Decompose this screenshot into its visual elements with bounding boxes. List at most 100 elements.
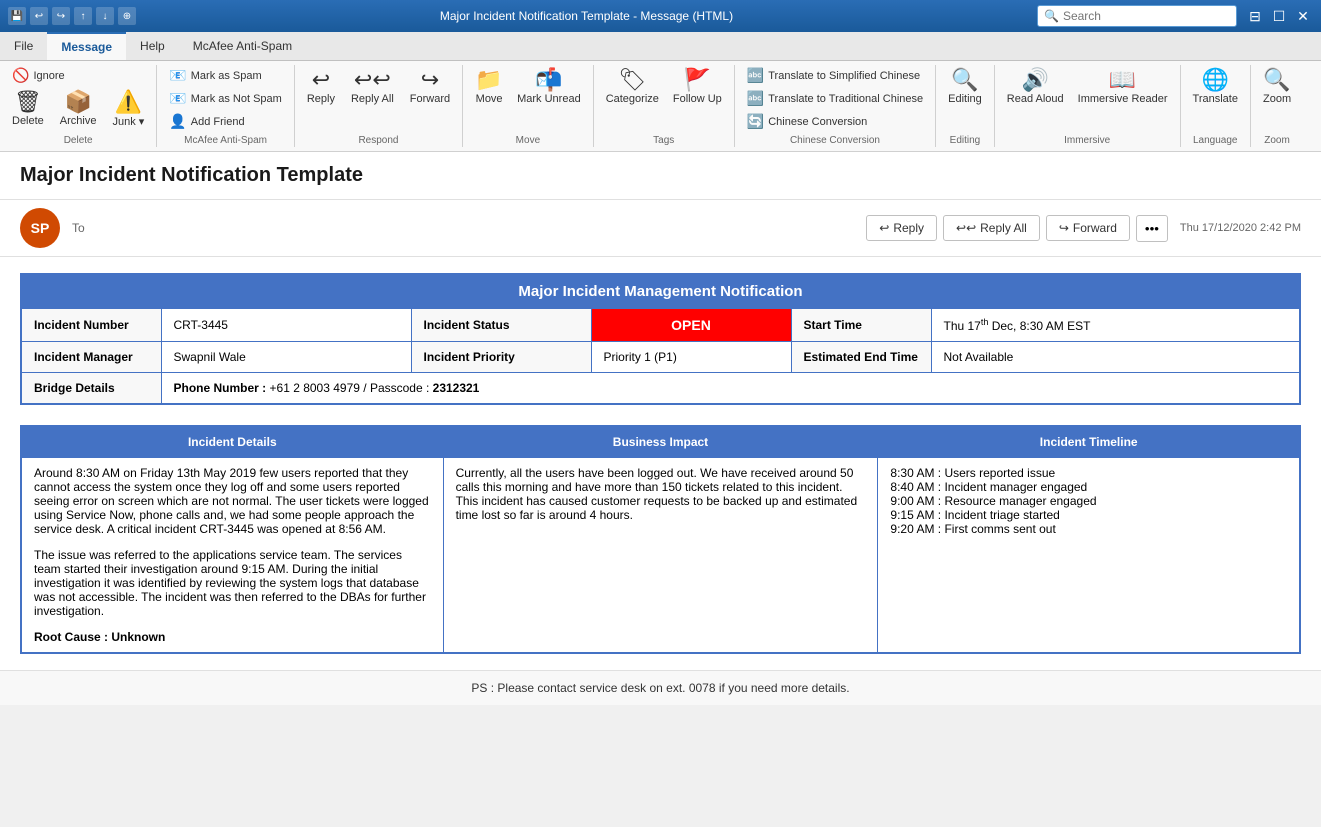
- ribbon-delete-stacked: 🚫Ignore 🗑Delete 📦Archive ⚠️Junk ▾: [6, 65, 150, 132]
- mcafee-group-label: McAfee Anti-Spam: [184, 132, 267, 147]
- more-actions-btn[interactable]: •••: [1136, 215, 1168, 242]
- search-box[interactable]: 🔍: [1037, 5, 1237, 27]
- minimize-btn[interactable]: ⊟: [1245, 6, 1265, 26]
- read-aloud-button[interactable]: 🔊Read Aloud: [1001, 65, 1070, 109]
- col-timeline-content: 8:30 AM : Users reported issue 8:40 AM :…: [878, 458, 1300, 654]
- ribbon-group-immersive: 🔊Read Aloud 📖Immersive Reader Immersive: [995, 65, 1181, 147]
- translate-traditional-icon: 🔤: [747, 90, 764, 107]
- chinese-conversion-icon: 🔄: [747, 113, 764, 130]
- move-icon: 📁: [475, 69, 502, 91]
- tab-mcafee[interactable]: McAfee Anti-Spam: [179, 32, 306, 60]
- tab-file[interactable]: File: [0, 32, 47, 60]
- not-spam-icon: 📧: [169, 90, 186, 107]
- ribbon-group-zoom: 🔍Zoom Zoom: [1251, 65, 1303, 147]
- close-btn[interactable]: ✕: [1293, 6, 1313, 26]
- reply-action-btn[interactable]: ↩ Reply: [866, 215, 937, 241]
- mark-as-spam-button[interactable]: 📧Mark as Spam: [163, 65, 267, 86]
- restore-btn[interactable]: ☐: [1269, 6, 1289, 26]
- ribbon-group-chinese: 🔤Translate to Simplified Chinese 🔤Transl…: [735, 65, 936, 147]
- immersive-reader-icon: 📖: [1109, 69, 1136, 91]
- col-impact-content: Currently, all the users have been logge…: [443, 458, 878, 654]
- archive-button[interactable]: 📦Archive: [54, 87, 103, 132]
- incident-priority-value: Priority 1 (P1): [591, 342, 791, 373]
- mcafee-buttons: 📧Mark as Spam 📧Mark as Not Spam 👤Add Fri…: [163, 65, 288, 132]
- incident-status-label: Incident Status: [411, 309, 591, 342]
- archive-icon: 📦: [64, 91, 91, 113]
- timeline-line-2: 8:40 AM : Incident manager engaged: [890, 480, 1287, 494]
- translate-button[interactable]: 🌐Translate: [1187, 65, 1244, 109]
- zoom-button[interactable]: 🔍Zoom: [1257, 65, 1297, 109]
- immersive-buttons: 🔊Read Aloud 📖Immersive Reader: [1001, 65, 1174, 132]
- up-icon-btn[interactable]: ↑: [74, 7, 92, 25]
- estimated-end-value: Not Available: [931, 342, 1300, 373]
- details-table: Incident Details Business Impact Inciden…: [20, 425, 1301, 654]
- zoom-group-label: Zoom: [1264, 132, 1290, 147]
- editing-button[interactable]: 🔍Editing: [942, 65, 988, 109]
- incident-priority-label: Incident Priority: [411, 342, 591, 373]
- email-to: To: [72, 221, 85, 235]
- more-icon-btn[interactable]: ⊕: [118, 7, 136, 25]
- incident-manager-label: Incident Manager: [21, 342, 161, 373]
- delete-button[interactable]: 🗑Delete: [6, 87, 50, 132]
- forward-action-btn[interactable]: ↪ Forward: [1046, 215, 1130, 241]
- incident-number-value: CRT-3445: [161, 309, 411, 342]
- tab-message[interactable]: Message: [47, 32, 126, 60]
- read-aloud-icon: 🔊: [1022, 69, 1049, 91]
- col-details-para2: The issue was referred to the applicatio…: [34, 548, 431, 618]
- avatar: SP: [20, 208, 60, 248]
- translate-simplified-button[interactable]: 🔤Translate to Simplified Chinese: [741, 65, 926, 86]
- forward-arrow-icon: ↪: [1059, 221, 1069, 235]
- reply-all-icon: ↩↩: [354, 69, 391, 91]
- ignore-icon: 🚫: [12, 67, 29, 84]
- move-buttons: 📁Move 📬Mark Unread: [469, 65, 587, 132]
- delete-icon: 🗑: [14, 91, 42, 113]
- title-bar-icons[interactable]: 💾 ↩ ↪ ↑ ↓ ⊕: [8, 7, 136, 25]
- editing-buttons: 🔍Editing: [942, 65, 988, 132]
- down-icon-btn[interactable]: ↓: [96, 7, 114, 25]
- mark-as-not-spam-button[interactable]: 📧Mark as Not Spam: [163, 88, 288, 109]
- window-controls[interactable]: ⊟ ☐ ✕: [1245, 6, 1313, 26]
- email-subject: Major Incident Notification Template: [0, 152, 1321, 200]
- ribbon-group-respond: ↩Reply ↩↩Reply All ↪Forward Respond: [295, 65, 463, 147]
- ignore-button[interactable]: 🚫Ignore: [6, 65, 150, 86]
- editing-icon: 🔍: [951, 69, 978, 91]
- redo-icon-btn[interactable]: ↪: [52, 7, 70, 25]
- mark-unread-icon: 📬: [535, 69, 562, 91]
- respond-buttons: ↩Reply ↩↩Reply All ↪Forward: [301, 65, 456, 132]
- language-buttons: 🌐Translate: [1187, 65, 1244, 132]
- follow-up-button[interactable]: 🚩Follow Up: [667, 65, 728, 109]
- col-details-content: Around 8:30 AM on Friday 13th May 2019 f…: [21, 458, 443, 654]
- tab-help[interactable]: Help: [126, 32, 179, 60]
- col-details-root-cause: Root Cause : Unknown: [34, 630, 431, 644]
- title-bar: 💾 ↩ ↪ ↑ ↓ ⊕ Major Incident Notification …: [0, 0, 1321, 32]
- categorize-icon: 🏷: [618, 69, 646, 91]
- immersive-reader-button[interactable]: 📖Immersive Reader: [1072, 65, 1174, 109]
- col-timeline-header: Incident Timeline: [878, 426, 1300, 458]
- estimated-end-label: Estimated End Time: [791, 342, 931, 373]
- search-input[interactable]: [1063, 9, 1230, 23]
- ribbon-group-delete-buttons: 🚫Ignore 🗑Delete 📦Archive ⚠️Junk ▾: [6, 65, 150, 132]
- email-area: Major Incident Notification Template SP …: [0, 152, 1321, 670]
- forward-ribbon-button[interactable]: ↪Forward: [404, 65, 456, 109]
- ribbon-tabs: File Message Help McAfee Anti-Spam: [0, 32, 1321, 61]
- undo-icon-btn[interactable]: ↩: [30, 7, 48, 25]
- move-button[interactable]: 📁Move: [469, 65, 509, 109]
- col-details-para1: Around 8:30 AM on Friday 13th May 2019 f…: [34, 466, 431, 536]
- add-friend-button[interactable]: 👤Add Friend: [163, 111, 250, 132]
- reply-all-action-btn[interactable]: ↩↩ Reply All: [943, 215, 1040, 241]
- timeline-line-4: 9:15 AM : Incident triage started: [890, 508, 1287, 522]
- email-timestamp: Thu 17/12/2020 2:42 PM: [1180, 222, 1301, 234]
- categorize-button[interactable]: 🏷Categorize: [600, 65, 665, 109]
- mark-unread-button[interactable]: 📬Mark Unread: [511, 65, 587, 109]
- language-group-label: Language: [1193, 132, 1238, 147]
- zoom-buttons: 🔍Zoom: [1257, 65, 1297, 132]
- delete-group-label: Delete: [64, 132, 93, 147]
- timeline-line-1: 8:30 AM : Users reported issue: [890, 466, 1287, 480]
- reply-all-button[interactable]: ↩↩Reply All: [345, 65, 400, 109]
- translate-traditional-button[interactable]: 🔤Translate to Traditional Chinese: [741, 88, 929, 109]
- junk-button[interactable]: ⚠️Junk ▾: [106, 87, 150, 132]
- reply-button[interactable]: ↩Reply: [301, 65, 341, 109]
- translate-icon: 🌐: [1202, 69, 1229, 91]
- save-icon-btn[interactable]: 💾: [8, 7, 26, 25]
- chinese-conversion-button[interactable]: 🔄Chinese Conversion: [741, 111, 874, 132]
